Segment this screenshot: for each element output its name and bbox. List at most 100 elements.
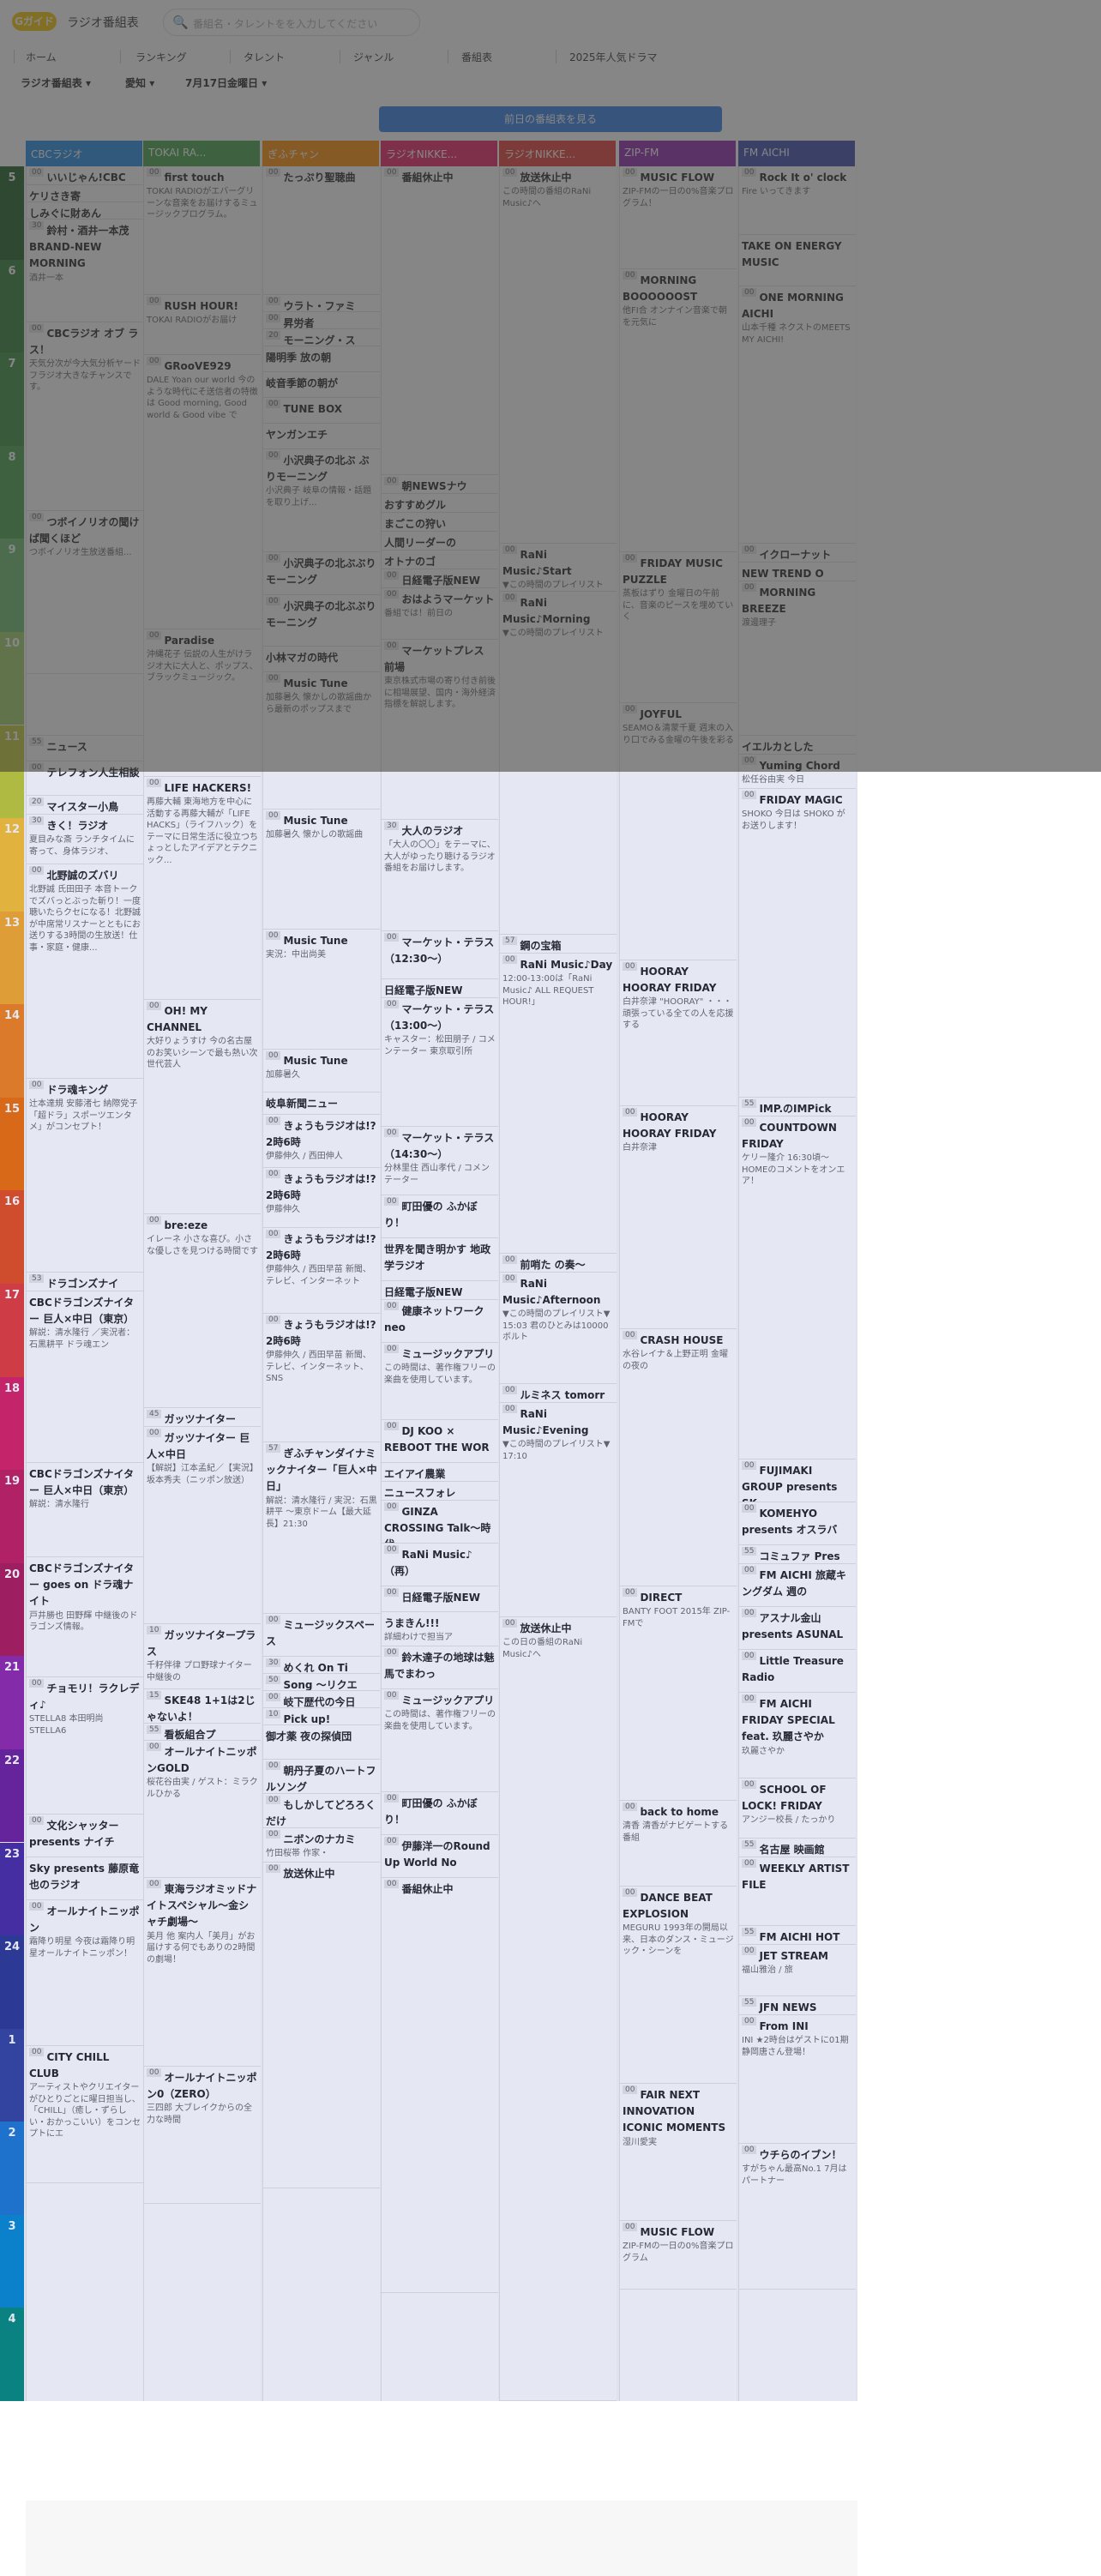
program-cell[interactable]: 10 ガッツナイタープラス 千籽伴律 プロ野球ナイター中継後の [144,1624,261,1689]
program-title[interactable]: マーケットプレス 前場 [384,645,484,673]
program-cell[interactable]: 00 Yuming Chord 松任谷由実 今日 [739,755,856,789]
program-title[interactable]: きく！ラジオ [46,820,108,832]
program-cell[interactable]: 00 伊藤洋一のRound Up World No [382,1835,498,1878]
program-title[interactable]: マイスター小鳥 [46,801,118,813]
program-cell[interactable]: 00 MORNING BOOOOOOST 他FI合 オンナイン音楽で朝を元気に [620,269,737,552]
program-cell[interactable]: 00 日経電子版NEW [382,1586,498,1612]
program-cell[interactable]: 00 健康ネットワークneo [382,1300,498,1343]
program-title[interactable]: 御才薬 夜の探偵団 [266,1730,352,1742]
program-cell[interactable]: 00 アスナル金山 presents ASUNAL [739,1607,856,1650]
program-cell[interactable]: 30 大人のラジオ 「大人の〇〇」をテーマに、大人がゆったり聴けるラジオ番組をお届け… [382,820,498,931]
program-cell[interactable]: 00 FRIDAY MUSIC PUZZLE 蒸板はずり 金曜日の午前に、音楽のピー… [620,552,737,703]
program-cell[interactable]: オトナのゴ [382,551,498,569]
program-title[interactable]: LIFE HACKERS! [164,782,251,794]
program-title[interactable]: 名古屋 映画館 [759,1844,824,1856]
program-cell[interactable]: 00 bre:eze イレーネ 小さな喜び。小さな優しさを見つける時間です [144,1214,261,1408]
program-cell[interactable]: ニュースフォレ [382,1482,498,1501]
program-cell[interactable]: 00 Music Tune 実況：中出尚美 [263,930,380,1050]
program-title[interactable]: おはようマーケット [401,593,494,605]
program-title[interactable]: 看板組合プ [164,1729,215,1740]
program-cell[interactable]: 00 MUSIC FLOW ZIP-FMの一日の0%音楽プログラム [620,2221,737,2290]
program-cell[interactable]: 00 HOORAY HOORAY FRIDAY 白井奈津 [620,1106,737,1329]
program-cell[interactable]: 30 鈴村・酒井一本茂 BRAND-NEW MORNING 酒井一本 [27,220,143,322]
program-cell[interactable]: 00 前哨た の奏〜 [500,1254,617,1273]
program-title[interactable]: FM AICHI 旅蔵キングダム 週の [742,1569,846,1598]
program-cell[interactable]: 57 鋼の宝箱 [500,935,617,954]
program-cell[interactable]: 00 テレフォン人生相談 [27,761,143,796]
program-cell[interactable]: 00 きょうもラジオは!? 2時6時 伊藤伸久 [263,1168,380,1228]
program-title[interactable]: Music Tune [283,1055,347,1067]
program-cell[interactable]: 00 OH! MY CHANNEL 大好りょうすけ 今の名古屋のお笑いシーンで最も熱… [144,1000,261,1214]
program-title[interactable]: DJ KOO × REBOOT THE WOR [384,1425,490,1454]
program-cell[interactable]: 00 Music Tune 加藤暑久 懐かしの歌謡曲 [263,810,380,930]
program-cell[interactable]: 00 きょうもラジオは!? 2時6時 伊藤伸久 / 西田伸人 [263,1115,380,1168]
program-cell[interactable]: 10 Pick up! [263,1708,380,1725]
program-title[interactable]: イエルカとした [742,741,814,753]
program-title[interactable]: JFN NEWS [759,2001,816,2013]
station-header-cell[interactable]: ぎふチャン [262,141,379,166]
program-cell[interactable]: 00 放送休止中 この日の番組のRaNi Music♪へ [500,1617,617,2401]
program-cell[interactable]: 00 FM AICHI 旅蔵キングダム 週の [739,1564,856,1607]
program-cell[interactable]: 00 おはようマーケット 番組では！前日の [382,588,498,640]
program-cell[interactable]: 00FUJIMAKI GROUP presents SK [739,1460,856,1502]
program-title[interactable]: WEEKLY ARTIST FILE [742,1863,850,1891]
program-title[interactable]: もしかしてどろろくだけ [266,1799,376,1827]
program-title[interactable]: Music Tune [283,815,347,827]
program-title[interactable]: オトナのゴ [384,556,436,568]
program-cell[interactable]: ヤンガンエチ [263,424,380,449]
program-cell[interactable]: 00 小沢典子の北ぶぶりモーニング [263,552,380,595]
station-header-cell[interactable]: TOKAI RA... [143,141,260,166]
program-title[interactable]: ミュージックアプリ [401,1348,494,1360]
program-title[interactable]: GINZA CROSSING Talk〜時代 [384,1506,490,1543]
program-title[interactable]: おすすめグル [384,499,446,511]
program-cell[interactable]: 00 朝NEWSナウ [382,475,498,494]
program-title[interactable]: ヤンガンエチ [266,429,328,441]
search-bar[interactable]: 🔍 番組名・タレントをを入力してください [163,9,420,36]
program-title[interactable]: マーケット・テラス（13:00〜） [384,1003,494,1032]
program-title[interactable]: マーケット・テラス（12:30〜） [384,936,494,965]
program-title[interactable]: 小沢典子の北ぶ ぶりモーニング [266,454,370,483]
program-cell[interactable]: 日経電子版NEW [382,979,498,998]
program-cell[interactable]: 00 ミュージックアプリ この時間は、著作権フリーの楽曲を使用しています。 [382,1343,498,1420]
nav-schedule[interactable]: 番組表 [461,50,492,64]
program-title[interactable]: ニュースフォレ [384,1487,455,1499]
program-title[interactable]: アスナル金山 presents ASUNAL [742,1612,843,1640]
program-title[interactable]: Sky presents 藤原竜也のラジオ [29,1863,139,1891]
program-cell[interactable]: 00 きょうもラジオは!? 2時6時 伊藤伸久 / 西田早苗 新聞、テレビ、インター… [263,1314,380,1442]
program-title[interactable]: FM AICHI HOT [759,1931,839,1943]
program-cell[interactable]: 00 イクローナット [739,544,856,563]
program-title[interactable]: うまきん!!! [384,1617,439,1629]
program-title[interactable]: 健康ネットワークneo [384,1305,484,1333]
program-title[interactable]: オールナイトニッポン0（ZERO） [147,2072,256,2100]
program-cell[interactable]: 00 ニボンのナカミ 竹田桜帯 作家・ [263,1828,380,1863]
program-title[interactable]: JET STREAM [759,1950,828,1962]
program-cell[interactable]: 00 いいじゃん!CBC [27,166,143,185]
program-title[interactable]: first touch [164,172,224,184]
program-title[interactable]: 小沢典子の北ぶぶりモーニング [266,600,376,629]
program-cell[interactable]: 00 小沢典子の北ぶ ぶりモーニング 小沢典子 岐阜の情報・話題を取り上げ... [263,449,380,552]
program-title[interactable]: 北野誠のズバリ [46,870,118,882]
program-title[interactable]: ケリさき寄 [29,190,81,202]
program-cell[interactable]: 00 東海ラジオミッドナイトスペシャル〜金シャチ劇場〜 美月 他 案内人「美月」がお… [144,1878,261,2067]
program-title[interactable]: bre:eze [164,1219,208,1231]
program-title[interactable]: 岐下歴代の今日 [283,1696,355,1707]
program-title[interactable]: 岐阜新聞ニュー [266,1098,338,1110]
program-title[interactable]: ルミネス tomorr [520,1389,605,1401]
station-header-cell[interactable]: ラジオNIKKE... [381,141,497,166]
program-title[interactable]: 日経電子版NEW [401,575,479,587]
program-cell[interactable]: CBCドラゴンズナイター 巨人×中日（東京） 解説：清水隆行 ／実況者：石黒耕平 … [27,1291,143,1463]
program-title[interactable]: Little Treasure Radio [742,1655,844,1683]
program-cell[interactable]: 世界を聞き明かす 地政学ラジオ [382,1238,498,1281]
program-title[interactable]: Music Tune [283,935,347,947]
program-cell[interactable]: 岐阜新聞ニュー [263,1092,380,1115]
program-title[interactable]: 大人のラジオ [401,825,463,837]
program-title[interactable]: CBCドラゴンズナイター goes on ドラ魂ナイト [29,1562,134,1607]
program-cell[interactable]: 50 Song 〜リクエ [263,1674,380,1691]
program-cell[interactable]: NEW TREND O [739,563,856,581]
program-cell[interactable]: 55 FM AICHI HOT [739,1926,856,1945]
program-title[interactable]: 朝NEWSナウ [401,480,466,492]
program-title[interactable]: 世界を聞き明かす 地政学ラジオ [384,1243,490,1272]
station-header-cell[interactable]: CBCラジオ [26,141,142,166]
program-cell[interactable]: 15 SKE48 1+1は2じゃないよ！ [144,1689,261,1724]
program-cell[interactable]: 00GINZA CROSSING Talk〜時代 [382,1501,498,1544]
